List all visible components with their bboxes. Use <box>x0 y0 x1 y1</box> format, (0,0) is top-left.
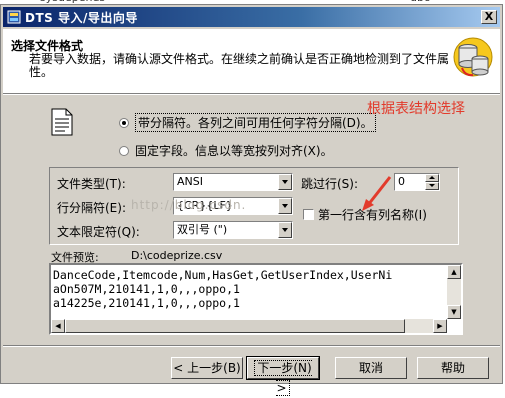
checkbox-unchecked-icon <box>303 209 314 220</box>
scroll-up-icon[interactable]: ▲ <box>447 265 461 279</box>
database-transfer-icon <box>453 37 493 77</box>
window-title: DTS 导入/导出向导 <box>25 11 138 25</box>
scroll-down-icon[interactable]: ▼ <box>447 305 461 319</box>
preview-line: DanceCode,Itemcode,Num,HasGet,GetUserInd… <box>53 268 393 282</box>
chevron-down-icon[interactable] <box>278 174 292 190</box>
radio-selected-icon <box>119 117 129 128</box>
fixed-width-radio[interactable]: 固定字段。信息以等宽按列对齐(X)。 <box>119 142 333 159</box>
text-qualifier-label: 文本限定符(Q): <box>57 225 140 239</box>
preview-file-path: D:\codeprize.csv <box>131 249 223 262</box>
file-type-value: ANSI <box>177 175 203 188</box>
chevron-down-icon[interactable] <box>278 222 292 238</box>
text-qualifier-value: 双引号 (") <box>177 223 228 236</box>
scroll-left-icon[interactable]: ◀ <box>51 319 65 333</box>
delimited-label: 带分隔符。各列之间可用任何字符分隔(D)。 <box>135 113 376 132</box>
file-type-select[interactable]: ANSI <box>173 173 293 191</box>
chevron-down-icon[interactable] <box>278 198 292 214</box>
row-delimiter-label: 行分隔符(E): <box>57 201 126 215</box>
preview-line: aOn507M,210141,1,0,,,oppo,1 <box>53 282 240 296</box>
skip-rows-label: 跳过行(S): <box>301 177 359 191</box>
title-bar[interactable]: DTS 导入/导出向导 X <box>3 7 500 27</box>
wizard-header: 选择文件格式 若要导入数据，请确认源文件格式。在继续之前确认是否正确地检测到了文… <box>3 29 500 94</box>
footer-divider-highlight <box>3 346 500 347</box>
radio-unselected-icon <box>119 145 129 156</box>
file-type-label: 文件类型(T): <box>57 177 126 191</box>
spin-up-icon[interactable] <box>425 174 439 182</box>
annotation-arrow-icon <box>362 176 392 211</box>
text-file-icon <box>51 108 73 136</box>
help-button[interactable]: 帮助 <box>417 357 489 379</box>
header-divider <box>3 94 500 95</box>
close-button[interactable]: X <box>481 10 497 24</box>
horizontal-scrollbar[interactable]: ◀ ▶ <box>51 319 447 333</box>
next-button[interactable]: 下一步(N) > <box>246 356 320 396</box>
skip-rows-value: 0 <box>398 175 405 188</box>
next-button-label: 下一步(N) > <box>254 360 312 396</box>
delimited-radio[interactable]: 带分隔符。各列之间可用任何字符分隔(D)。 <box>119 113 376 132</box>
fixed-width-label: 固定字段。信息以等宽按列对齐(X)。 <box>135 144 333 158</box>
scroll-thumb[interactable] <box>65 319 405 333</box>
vertical-scrollbar[interactable]: ▲ ▼ <box>447 265 461 319</box>
watermark: http://blog.csdn. <box>131 198 247 212</box>
preview-line: a14225e,210141,1,0,,,oppo,1 <box>53 296 240 310</box>
spin-down-icon[interactable] <box>425 182 439 190</box>
skip-rows-stepper[interactable]: 0 <box>394 173 440 191</box>
preview-lines: DanceCode,Itemcode,Num,HasGet,GetUserInd… <box>53 268 392 310</box>
dts-wizard-dialog: DTS 导入/导出向导 X 选择文件格式 若要导入数据，请确认源文件格式。在继续… <box>0 4 503 396</box>
text-qualifier-select[interactable]: 双引号 (") <box>173 221 293 239</box>
dts-app-icon <box>7 10 21 24</box>
file-preview[interactable]: DanceCode,Itemcode,Num,HasGet,GetUserInd… <box>49 263 463 335</box>
scroll-right-icon[interactable]: ▶ <box>433 319 447 333</box>
annotation-text: 根据表结构选择 <box>367 101 465 117</box>
back-button[interactable]: < 上一步(B) <box>171 357 243 379</box>
page-description: 若要导入数据，请确认源文件格式。在继续之前确认是否正确地检测到了文件属性。 <box>29 52 450 79</box>
cancel-button[interactable]: 取消 <box>335 357 407 379</box>
